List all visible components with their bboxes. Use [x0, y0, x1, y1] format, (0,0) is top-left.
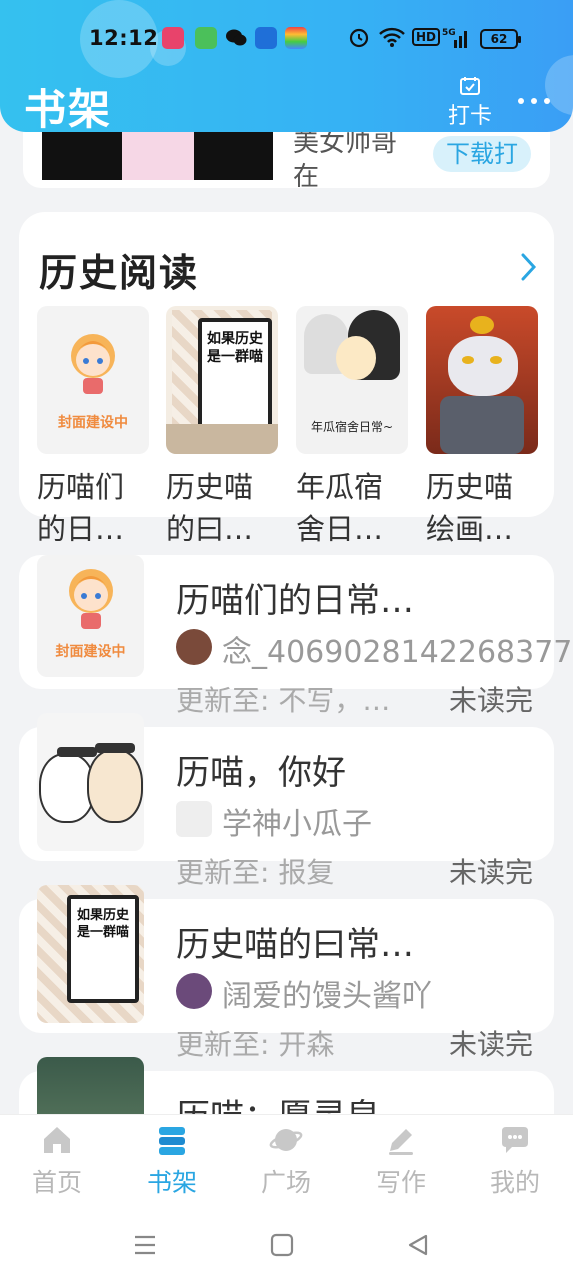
svg-text:5G: 5G	[442, 28, 456, 38]
app-header: 12:12 HD 5G 62 书架 打卡	[0, 0, 573, 132]
history-title: 历史阅读	[39, 251, 200, 295]
author-avatar	[176, 629, 212, 665]
placeholder-text: 封面建设中	[55, 644, 126, 660]
home-icon	[44, 1127, 70, 1153]
history-item-name: 年瓜宿舍日…	[296, 470, 384, 546]
wechat-icon	[225, 27, 247, 49]
read-status: 未读完	[449, 1028, 534, 1061]
video-app-icon	[162, 27, 184, 49]
status-time: 12:12	[89, 26, 159, 50]
nav-label: 我的	[489, 1168, 540, 1197]
update-label: 更新至:	[176, 684, 270, 717]
update-label: 更新至:	[176, 856, 270, 889]
history-card: 历史阅读 封面建设中 历喵们的日… 如果历史是一群喵 历史喵的曰… 年瓜宿舍日常…	[19, 212, 554, 546]
update-info: 更新至: 不写，…	[176, 679, 390, 719]
nav-square[interactable]: 广场	[246, 1123, 326, 1199]
history-item-name: 历喵们的日…	[37, 470, 125, 546]
chat-bubble-icon	[502, 1127, 528, 1153]
history-cover	[426, 306, 538, 454]
nav-label: 广场	[260, 1168, 311, 1197]
history-cover: 如果历史是一群喵	[166, 306, 278, 454]
author-name: 学神小瓜子	[222, 807, 372, 842]
bookshelf-page: 美女帅哥在 下载打 12:12 HD 5G 62 书架 打卡 历史阅读 封面建设…	[0, 0, 573, 1280]
book-title: 历喵，你好	[176, 753, 346, 793]
hd-badge: HD	[412, 28, 441, 46]
history-item[interactable]: 封面建设中 历喵们的日…	[37, 306, 149, 550]
history-item[interactable]: 如果历史是一群喵 历史喵的曰…	[166, 306, 278, 550]
update-info: 更新至: 报复	[176, 851, 334, 891]
nav-label: 首页	[31, 1168, 82, 1197]
home-square-icon[interactable]	[270, 1233, 294, 1257]
rainbow-app-icon	[285, 27, 307, 49]
ad-text: 美女帅哥在	[293, 128, 398, 188]
book-title: 历喵们的日常…	[176, 581, 414, 621]
browser-app-icon	[255, 27, 277, 49]
nav-home[interactable]: 首页	[17, 1123, 97, 1199]
update-label: 更新至:	[176, 1028, 270, 1061]
pen-icon	[389, 1129, 413, 1155]
placeholder-text: 封面建设中	[58, 415, 128, 431]
update-info: 更新至: 开森	[176, 1023, 334, 1063]
book-title: 历史喵的曰常…	[176, 925, 414, 965]
checkin-button[interactable]: 打卡	[442, 76, 498, 130]
update-value: 不写，…	[278, 684, 391, 717]
planet-icon	[269, 1129, 303, 1151]
back-triangle-icon[interactable]	[406, 1233, 430, 1257]
calendar-check-icon	[460, 77, 480, 95]
author-name: 阔爱的馒头酱吖	[222, 979, 432, 1014]
cover-text: 年瓜宿舍日常~	[310, 420, 394, 434]
book-row[interactable]: 历喵，你好 学神小瓜子 更新至: 报复 未读完	[19, 713, 554, 889]
cover-text: 如果历史是一群喵	[76, 908, 129, 940]
checkin-label: 打卡	[447, 104, 492, 129]
book-row[interactable]: 封面建设中 历喵们的日常… 念_40690281422683779 更新至: 不…	[19, 555, 573, 717]
download-button[interactable]: 下载打	[433, 136, 531, 172]
alarm-icon	[348, 26, 370, 52]
status-bar: 12:12 HD 5G 62	[0, 22, 573, 56]
system-nav-bar	[0, 1200, 573, 1280]
placeholder-character-icon	[69, 569, 113, 629]
placeholder-character-icon	[71, 334, 115, 394]
read-status: 未读完	[449, 684, 534, 717]
author-avatar	[176, 973, 212, 1009]
bottom-nav: 首页 书架 广场 写作 我的	[0, 1114, 573, 1200]
more-icon[interactable]	[518, 98, 552, 108]
wifi-icon	[378, 26, 406, 52]
bookshelf-icon	[159, 1127, 185, 1155]
book-row[interactable]: 如果历史是一群喵 历史喵的曰常… 阔爱的馒头酱吖 更新至: 开森 未读完	[19, 885, 554, 1061]
battery-indicator: 62	[480, 29, 521, 49]
signal-icon: 5G	[442, 26, 470, 54]
nav-label: 写作	[375, 1168, 426, 1197]
read-status: 未读完	[449, 856, 534, 889]
history-item-name: 历史喵绘画…	[426, 470, 514, 546]
chevron-right-icon[interactable]	[519, 252, 537, 282]
book-cover: 如果历史是一群喵	[37, 885, 144, 1023]
history-item[interactable]: 年瓜宿舍日常~ 年瓜宿舍日…	[296, 306, 408, 550]
history-item[interactable]: 历史喵绘画…	[426, 306, 538, 550]
nav-label: 书架	[146, 1168, 197, 1197]
author-avatar	[176, 801, 212, 837]
cover-text: 如果历史是一群喵	[207, 331, 263, 365]
nav-mine[interactable]: 我的	[475, 1123, 555, 1199]
history-item-name: 历史喵的曰…	[166, 470, 254, 546]
history-cover: 封面建设中	[37, 306, 149, 454]
update-value: 报复	[278, 856, 335, 889]
nav-write[interactable]: 写作	[361, 1123, 441, 1199]
iqiyi-app-icon	[195, 27, 217, 49]
update-value: 开森	[278, 1028, 335, 1061]
nav-bookshelf[interactable]: 书架	[132, 1123, 212, 1199]
book-cover	[37, 713, 144, 851]
page-title: 书架	[24, 85, 113, 132]
menu-icon[interactable]	[133, 1233, 157, 1257]
book-cover: 封面建设中	[37, 555, 144, 677]
author-name: 念_40690281422683779	[222, 635, 573, 670]
history-cover: 年瓜宿舍日常~	[296, 306, 408, 454]
